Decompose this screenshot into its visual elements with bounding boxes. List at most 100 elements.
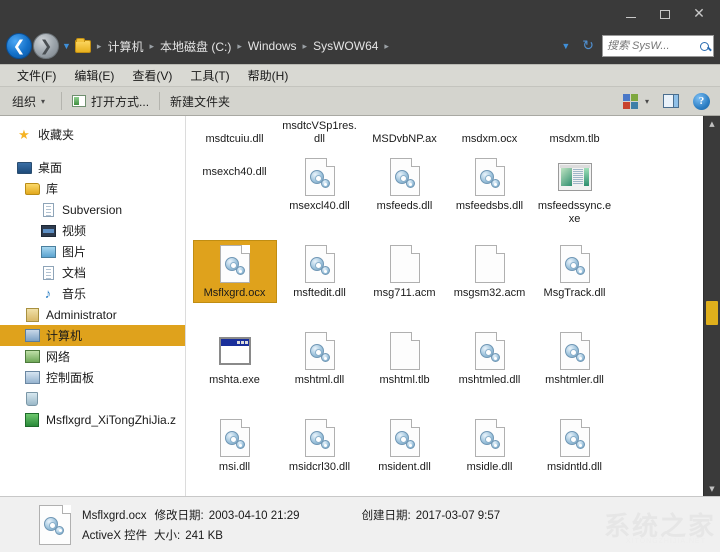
new-folder-button[interactable]: 新建文件夹 <box>170 93 230 110</box>
gear-file-icon <box>558 418 592 458</box>
file-item[interactable]: mshtmled.dll <box>447 323 532 410</box>
breadcrumb-item-computer[interactable]: 计算机 <box>105 38 145 55</box>
file-item[interactable]: msidle.dll <box>447 410 532 496</box>
menu-item-edit[interactable]: 编辑(E) <box>65 65 123 86</box>
explorer-body: ★ 收藏夹桌面库 Subversion 视频 图片 文档 ♪ 音乐 Administrator 计… <box>0 116 720 496</box>
file-item[interactable]: msftedit.dll <box>277 236 362 323</box>
hta-window-icon <box>218 337 251 365</box>
sidebar-item-recycle-bin-icon[interactable] <box>0 388 185 409</box>
sidebar-item-收藏夹[interactable]: ★ 收藏夹 <box>0 124 185 145</box>
change-view-icon[interactable] <box>622 93 638 109</box>
address-dropdown-button[interactable]: ▼ <box>555 41 576 51</box>
document-icon <box>40 265 56 281</box>
file-item[interactable]: mshtmler.dll <box>532 323 617 410</box>
file-item-body: mshta.exe <box>193 327 277 390</box>
breadcrumb-item-syswow64[interactable]: SysWOW64 <box>311 39 380 53</box>
page-fold-icon <box>240 245 250 254</box>
file-item[interactable]: mshtml.tlb <box>362 323 447 410</box>
sidebar-item-文档[interactable]: 文档 <box>0 262 185 283</box>
file-item[interactable]: msfeedsbs.dll <box>447 149 532 236</box>
sidebar-item-administrator[interactable]: Administrator <box>0 304 185 325</box>
search-box[interactable] <box>602 35 714 57</box>
file-list-pane[interactable]: msdtcuiu.dll msdtcVSp1res.dll MSDvbNP.ax ms… <box>186 116 720 496</box>
open-with-label: 打开方式... <box>91 94 150 109</box>
chevron-down-icon: ▾ <box>41 96 46 106</box>
scroll-down-button[interactable]: ▼ <box>704 481 720 496</box>
sidebar-item-音乐[interactable]: ♪ 音乐 <box>0 283 185 304</box>
details-file-icon <box>38 504 72 546</box>
file-item[interactable]: msg711.acm <box>362 236 447 323</box>
sidebar-item-桌面[interactable]: 桌面 <box>0 157 185 178</box>
recycle-bin-icon-glyph <box>26 391 38 406</box>
file-item[interactable]: MsgTrack.dll <box>532 236 617 323</box>
file-item[interactable]: msexcl40.dll <box>277 149 362 236</box>
sidebar-item-msflxgrd-xitongzhijia-z[interactable]: Msflxgrd_XiTongZhiJia.z <box>0 409 185 430</box>
view-chevron-down-icon[interactable]: ▾ <box>645 97 649 106</box>
gear-icon <box>309 344 330 362</box>
gear-icon <box>479 431 500 449</box>
open-with-button[interactable]: 打开方式... <box>72 93 149 110</box>
file-item-body: msftedit.dll <box>278 240 362 303</box>
scrollbar-thumb[interactable] <box>706 301 718 325</box>
sidebar-item-label: 音乐 <box>62 287 87 301</box>
library-icon <box>24 181 40 197</box>
scrollbar-track[interactable] <box>704 131 720 481</box>
scroll-up-button[interactable]: ▲ <box>704 116 720 131</box>
organize-button[interactable]: 组织 ▾ <box>12 93 51 110</box>
maximize-button[interactable] <box>648 3 682 25</box>
file-item-body: MsgTrack.dll <box>533 240 617 303</box>
file-item[interactable]: msfeeds.dll <box>362 149 447 236</box>
forward-button[interactable]: ❯ <box>33 33 59 59</box>
file-item[interactable]: Msflxgrd.ocx <box>192 236 277 323</box>
file-item[interactable]: msidcrl30.dll <box>277 410 362 496</box>
file-item[interactable]: msfeedssync.exe <box>532 149 617 236</box>
video-icon <box>40 223 56 239</box>
file-item[interactable]: msidntld.dll <box>532 410 617 496</box>
sidebar-item-库[interactable]: 库 <box>0 178 185 199</box>
blank-file-icon <box>388 331 422 371</box>
sidebar-item-图片[interactable]: 图片 <box>0 241 185 262</box>
file-item[interactable]: msgsm32.acm <box>447 236 532 323</box>
file-name-label: msident.dll <box>378 461 431 473</box>
file-item[interactable]: msdxm.tlb <box>532 116 617 149</box>
sidebar-item-subversion[interactable]: Subversion <box>0 199 185 220</box>
breadcrumb-item-localdisk[interactable]: 本地磁盘 (C:) <box>158 38 233 55</box>
back-button[interactable]: ❮ <box>6 33 32 59</box>
control-panel-icon-glyph <box>24 371 40 384</box>
close-button[interactable]: ✕ <box>682 3 716 25</box>
breadcrumb[interactable]: ▸ 计算机 ▸ 本地磁盘 (C:) ▸ Windows ▸ SysWOW64 ▸ <box>74 34 556 58</box>
refresh-icon[interactable]: ↻ <box>576 38 600 54</box>
file-item[interactable]: MSDvbNP.ax <box>362 116 447 149</box>
help-icon[interactable]: ? <box>693 92 710 110</box>
navigation-pane[interactable]: ★ 收藏夹桌面库 Subversion 视频 图片 文档 ♪ 音乐 Administrator 计… <box>0 116 186 496</box>
menu-item-view[interactable]: 查看(V) <box>123 65 181 86</box>
minimize-button[interactable] <box>614 3 648 25</box>
recent-pages-button[interactable]: ▼ <box>62 41 71 51</box>
file-item[interactable]: msident.dll <box>362 410 447 496</box>
vertical-scrollbar[interactable]: ▲ ▼ <box>703 116 720 496</box>
file-item[interactable]: mshta.exe <box>192 323 277 410</box>
menu-item-file[interactable]: 文件(F) <box>8 65 65 86</box>
app-window-icon <box>557 163 592 191</box>
file-item[interactable]: msdxm.ocx <box>447 116 532 149</box>
gear-icon <box>309 170 330 188</box>
search-input[interactable] <box>607 40 698 52</box>
file-item[interactable]: mshtml.dll <box>277 323 362 410</box>
control-panel-icon <box>24 370 40 386</box>
menu-item-help[interactable]: 帮助(H) <box>239 65 298 86</box>
file-item[interactable]: msi.dll <box>192 410 277 496</box>
gear-icon <box>44 516 64 535</box>
sidebar-item-计算机[interactable]: 计算机 <box>0 325 185 346</box>
menu-item-tools[interactable]: 工具(T) <box>181 65 238 86</box>
breadcrumb-separator: ▸ <box>302 40 308 51</box>
sidebar-item-视频[interactable]: 视频 <box>0 220 185 241</box>
preview-pane-icon[interactable] <box>663 94 679 108</box>
page-fold-icon <box>580 332 590 341</box>
file-item[interactable]: msdtcuiu.dll <box>192 116 277 149</box>
file-item[interactable]: msexch40.dll <box>192 149 277 182</box>
file-item[interactable]: msdtcVSp1res.dll <box>277 116 362 149</box>
sidebar-item-控制面板[interactable]: 控制面板 <box>0 367 185 388</box>
close-icon: ✕ <box>693 6 705 22</box>
breadcrumb-item-windows[interactable]: Windows <box>246 39 299 53</box>
sidebar-item-网络[interactable]: 网络 <box>0 346 185 367</box>
